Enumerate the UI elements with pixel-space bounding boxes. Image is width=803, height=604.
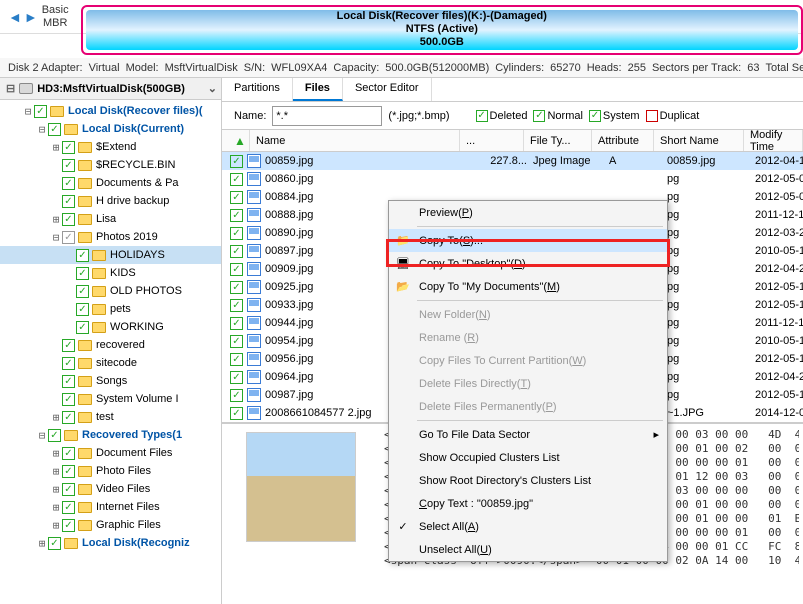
file-icon (247, 280, 261, 294)
folder-tree: ⊟✓Local Disk(Recover files)(⊟✓Local Disk… (0, 100, 221, 554)
tree-item[interactable]: ✓sitecode (0, 354, 221, 372)
context-menu-item[interactable]: Show Occupied Clusters List (389, 446, 667, 469)
context-menu-item[interactable]: Go To File Data Sector▸ (389, 423, 667, 446)
context-menu-item[interactable]: 📁Copy To(S)... (389, 229, 667, 252)
tab-sector-editor[interactable]: Sector Editor (343, 78, 432, 101)
ext-filter-label: (*.jpg;*.bmp) (388, 110, 449, 122)
file-icon (247, 370, 261, 384)
tree-item[interactable]: ⊟✓Local Disk(Recover files)( (0, 102, 221, 120)
col-modify[interactable]: Modify Time (744, 130, 803, 151)
top-toolbar: ◄ ► Basic MBR Local Disk(Recover files)(… (0, 0, 803, 34)
tree-item[interactable]: ⊞✓Local Disk(Recogniz (0, 534, 221, 552)
name-filter-label: Name: (234, 110, 266, 122)
disk-icon (19, 83, 33, 94)
tree-item[interactable]: ⊞✓Photo Files (0, 462, 221, 480)
context-menu-item[interactable]: 🖥Copy To "Desktop"(D) (389, 252, 667, 275)
back-button[interactable]: ◄ (8, 9, 22, 25)
tree-item[interactable]: ⊞✓Internet Files (0, 498, 221, 516)
disk-banner[interactable]: Local Disk(Recover files)(K:)-(Damaged) … (81, 5, 803, 45)
normal-checkbox[interactable]: ✓Normal (533, 110, 582, 122)
file-row[interactable]: ✓ 00860.jpg pg2012-05-01 0 (222, 170, 803, 188)
file-icon (247, 226, 261, 240)
tree-item[interactable]: ✓Documents & Pa (0, 174, 221, 192)
file-icon (247, 316, 261, 330)
forward-button[interactable]: ► (24, 9, 38, 25)
tree-panel: ⊟ HD3:MsftVirtualDisk(500GB) ⌄ ⊟✓Local D… (0, 78, 222, 604)
context-menu-item[interactable]: Show Root Directory's Clusters List (389, 469, 667, 492)
tree-item[interactable]: ✓H drive backup (0, 192, 221, 210)
disk-info-bar: Disk 2 Adapter:Virtual Model:MsftVirtual… (0, 58, 803, 78)
file-icon (247, 190, 261, 204)
tree-item[interactable]: ✓WORKING (0, 318, 221, 336)
context-menu-item[interactable]: Copy Text : "00859.jpg" (389, 492, 667, 515)
context-menu: Preview(P) 📁Copy To(S)...🖥Copy To "Deskto… (388, 200, 668, 562)
system-checkbox[interactable]: ✓System (589, 110, 640, 122)
tree-item[interactable]: ⊞✓Lisa (0, 210, 221, 228)
banner-title: Local Disk(Recover files)(K:)-(Damaged) (337, 10, 547, 23)
file-icon (247, 388, 261, 402)
file-columns-header: ▲ Name ... File Ty... Attribute Short Na… (222, 130, 803, 152)
tree-item[interactable]: ✓recovered (0, 336, 221, 354)
file-icon (247, 172, 261, 186)
file-icon (247, 154, 261, 168)
chevron-down-icon[interactable]: ⌄ (208, 82, 217, 95)
col-shortname[interactable]: Short Name (654, 130, 744, 151)
tree-item[interactable]: ⊞✓Video Files (0, 480, 221, 498)
col-name[interactable]: Name (250, 130, 460, 151)
col-attribute[interactable]: Attribute (592, 130, 654, 151)
file-icon (247, 244, 261, 258)
name-filter-input[interactable] (272, 106, 382, 126)
tab-bar: Partitions Files Sector Editor (222, 78, 803, 102)
context-menu-item: Delete Files Directly(T) (389, 372, 667, 395)
tree-item[interactable]: ✓KIDS (0, 264, 221, 282)
file-icon (247, 262, 261, 276)
context-menu-item: Delete Files Permanently(P) (389, 395, 667, 418)
context-menu-item: Rename (R) (389, 326, 667, 349)
col-filetype[interactable]: File Ty... (524, 130, 592, 151)
context-menu-item[interactable]: 📂Copy To "My Documents"(M) (389, 275, 667, 298)
tree-root-header[interactable]: ⊟ HD3:MsftVirtualDisk(500GB) ⌄ (0, 78, 221, 100)
tree-item[interactable]: ✓System Volume I (0, 390, 221, 408)
tree-item[interactable]: ✓HOLIDAYS (0, 246, 221, 264)
file-row[interactable]: ✓ 00859.jpg227.8... Jpeg ImageA 00859.jp… (222, 152, 803, 170)
file-icon (247, 298, 261, 312)
tree-item[interactable]: ⊟✓Local Disk(Current) (0, 120, 221, 138)
banner-fs: NTFS (Active) (406, 23, 478, 36)
tree-item[interactable]: ⊞✓Graphic Files (0, 516, 221, 534)
tab-files[interactable]: Files (293, 78, 343, 101)
deleted-checkbox[interactable]: ✓Deleted (476, 110, 528, 122)
tree-item[interactable]: ✓Songs (0, 372, 221, 390)
file-icon (247, 352, 261, 366)
file-icon (247, 208, 261, 222)
context-menu-item: New Folder(N) (389, 303, 667, 326)
tree-item[interactable]: ⊞✓$Extend (0, 138, 221, 156)
disk-mode-label: Basic MBR (42, 4, 69, 28)
tree-item[interactable]: ⊞✓test (0, 408, 221, 426)
tree-item[interactable]: ⊞✓Document Files (0, 444, 221, 462)
file-icon (247, 406, 261, 420)
tree-item[interactable]: ✓$RECYCLE.BIN (0, 156, 221, 174)
tree-item[interactable]: ⊟✓Recovered Types(1 (0, 426, 221, 444)
banner-size: 500.0GB (420, 36, 464, 49)
image-thumbnail[interactable] (246, 432, 356, 542)
tree-item[interactable]: ⊟✓Photos 2019 (0, 228, 221, 246)
tree-item[interactable]: ✓pets (0, 300, 221, 318)
file-icon (247, 334, 261, 348)
context-menu-item: Copy Files To Current Partition(W) (389, 349, 667, 372)
context-menu-item[interactable]: ✓Select All(A) (389, 515, 667, 538)
tree-item[interactable]: ✓OLD PHOTOS (0, 282, 221, 300)
context-menu-item[interactable]: Preview(P) (389, 201, 667, 224)
context-menu-item[interactable]: Unselect All(U) (389, 538, 667, 561)
scroll-up-icon[interactable]: ▲ (234, 134, 249, 148)
filter-bar: Name: (*.jpg;*.bmp) ✓Deleted ✓Normal ✓Sy… (222, 102, 803, 130)
col-size[interactable]: ... (460, 130, 524, 151)
tab-partitions[interactable]: Partitions (222, 78, 293, 101)
nav-arrows: ◄ ► (8, 9, 38, 25)
duplicate-checkbox[interactable]: Duplicat (646, 110, 700, 122)
